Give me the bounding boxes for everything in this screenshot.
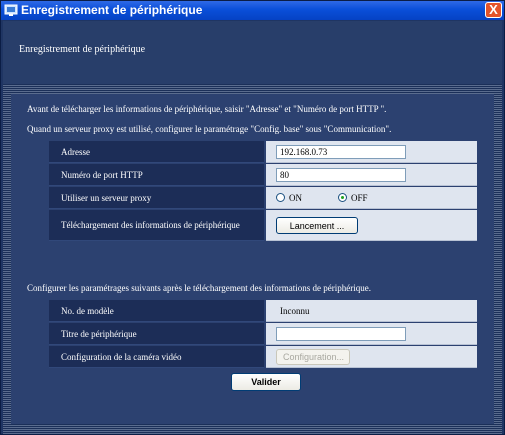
device-title-input[interactable] xyxy=(276,326,406,341)
intro-line-1: Avant de télécharger les informations de… xyxy=(27,104,387,114)
row-proxy: Utiliser un serveur proxy ON OFF xyxy=(49,187,477,209)
row-camera: Configuration de la caméra vidéo Configu… xyxy=(49,346,477,368)
proxy-on-label: ON xyxy=(289,192,302,203)
divider-stripe-bottom xyxy=(3,424,502,434)
header-panel: Enregistrement de périphérique xyxy=(3,21,502,84)
download-label: Téléchargement des informations de périp… xyxy=(49,210,264,241)
title-bar[interactable]: Enregistrement de périphérique X xyxy=(1,1,504,20)
divider-stripe-top xyxy=(3,84,502,94)
row-model: No. de modèle Inconnu xyxy=(49,300,477,322)
address-label: Adresse xyxy=(49,141,264,163)
proxy-off-label: OFF xyxy=(351,192,368,203)
model-label: No. de modèle xyxy=(49,300,264,322)
camera-label: Configuration de la caméra vidéo xyxy=(49,346,264,368)
title-label: Titre de périphérique xyxy=(49,323,264,345)
frame-right xyxy=(494,94,502,424)
proxy-on-radio[interactable]: ON xyxy=(276,187,302,208)
camera-config-button[interactable]: Configuration... xyxy=(276,349,350,365)
row-title: Titre de périphérique xyxy=(49,323,477,345)
page-subtitle: Enregistrement de périphérique xyxy=(19,44,146,55)
dialog-window: Enregistrement de périphérique X Enregis… xyxy=(0,0,505,435)
radio-on-icon xyxy=(276,193,285,202)
intro-line-2: Quand un serveur proxy est utilisé, conf… xyxy=(27,124,392,134)
row-download: Téléchargement des informations de périp… xyxy=(49,210,477,241)
proxy-label: Utiliser un serveur proxy xyxy=(49,187,264,209)
row-address: Adresse 192.168.0.73 xyxy=(49,141,477,163)
launch-download-button[interactable]: Lancement ... xyxy=(276,217,358,234)
row-port: Numéro de port HTTP 80 xyxy=(49,164,477,186)
submit-button[interactable]: Valider xyxy=(231,373,301,391)
frame-left xyxy=(3,94,11,424)
app-icon xyxy=(4,4,18,16)
model-value: Inconnu xyxy=(280,305,310,316)
port-label: Numéro de port HTTP xyxy=(49,164,264,186)
radio-off-selected-icon xyxy=(338,193,347,202)
client-area: Enregistrement de périphérique Avant de … xyxy=(3,21,502,434)
close-icon: X xyxy=(489,2,498,17)
proxy-off-radio[interactable]: OFF xyxy=(338,187,368,208)
close-button[interactable]: X xyxy=(485,2,502,18)
address-input[interactable]: 192.168.0.73 xyxy=(276,144,406,159)
after-download-text: Configurer les paramétrages suivants apr… xyxy=(27,283,371,293)
window-title: Enregistrement de périphérique xyxy=(21,3,203,17)
port-input[interactable]: 80 xyxy=(276,167,406,182)
